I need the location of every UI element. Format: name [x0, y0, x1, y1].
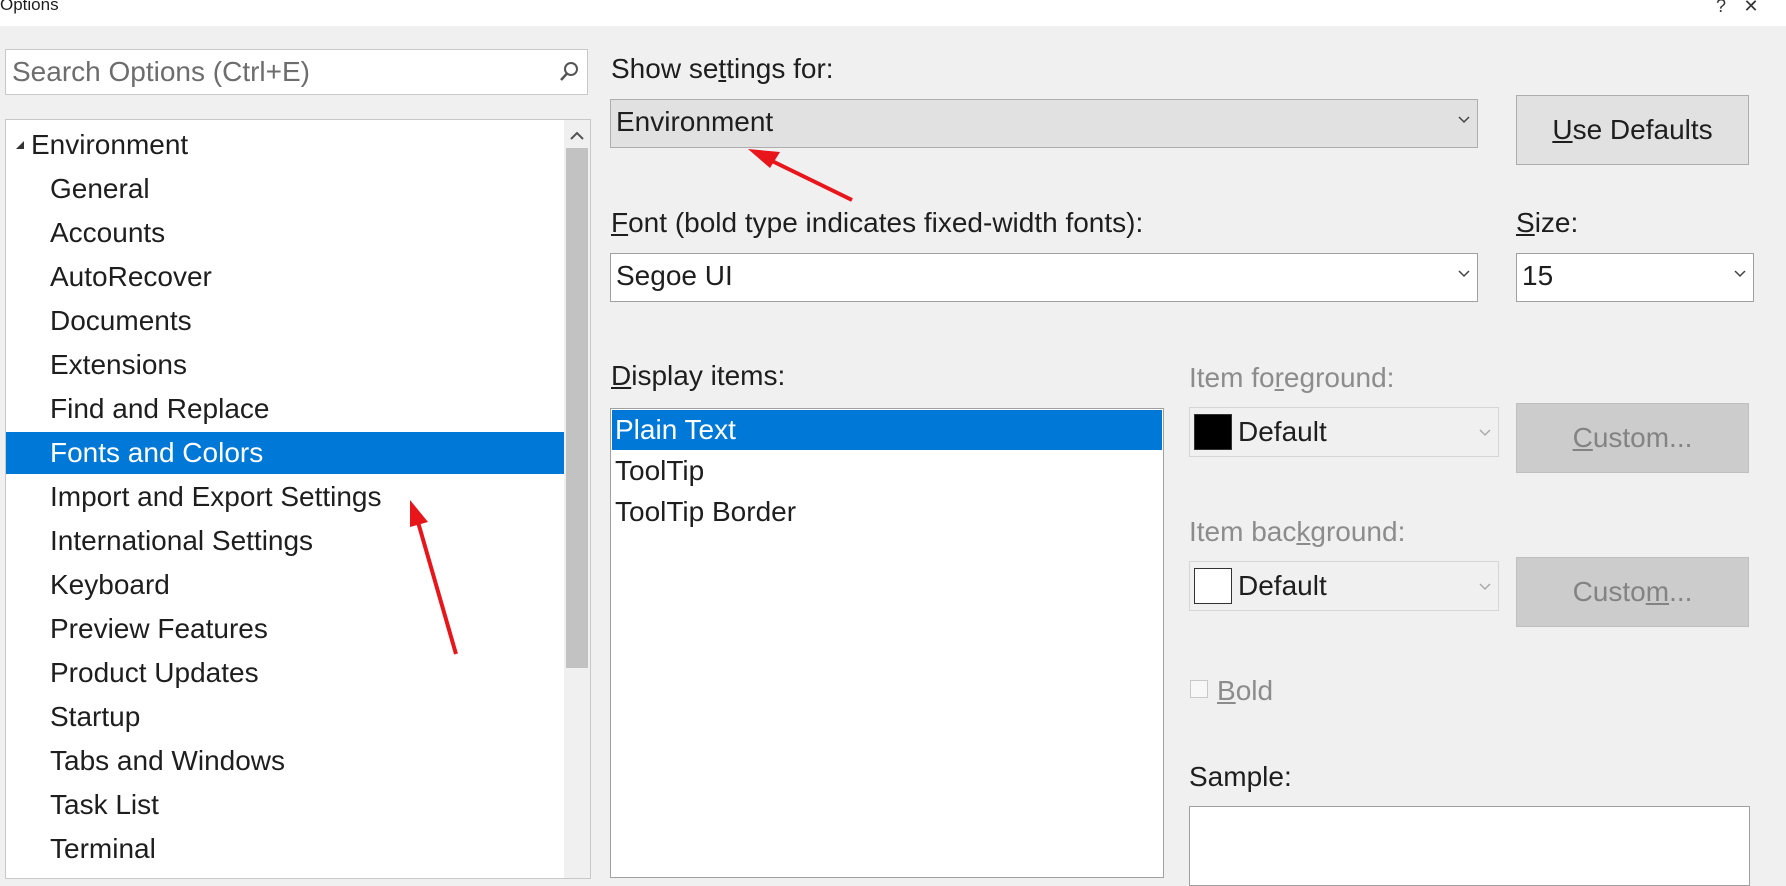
tree-item-autorecover[interactable]: AutoRecover — [6, 256, 564, 298]
item-background-dropdown[interactable]: Default — [1189, 561, 1499, 611]
annotation-arrow — [748, 149, 853, 202]
search-icon[interactable] — [557, 60, 581, 84]
font-value: Segoe UI — [616, 260, 733, 291]
tree-item-label: Terminal — [50, 833, 156, 864]
tree-item-label: Environment — [31, 129, 189, 160]
tree-item-tabs-and-windows[interactable]: Tabs and Windows — [6, 740, 564, 782]
chevron-down-icon — [1479, 429, 1491, 437]
tree-item-label: Find and Replace — [50, 393, 270, 424]
custom-foreground-button[interactable]: Custom... — [1516, 403, 1749, 473]
tree-item-fonts-and-colors[interactable]: Fonts and Colors — [6, 432, 564, 474]
window-title: Options — [0, 0, 59, 14]
close-button[interactable]: ✕ — [1736, 0, 1766, 22]
tree-item-product-updates[interactable]: Product Updates — [6, 652, 564, 694]
tree-scrollbar[interactable] — [564, 120, 590, 878]
size-value: 15 — [1522, 260, 1554, 291]
scroll-thumb[interactable] — [566, 148, 588, 668]
search-box — [5, 49, 588, 95]
tree-item-find-and-replace[interactable]: Find and Replace — [6, 388, 564, 430]
tree-item-label: Startup — [50, 701, 141, 732]
list-item-label: ToolTip — [615, 455, 705, 486]
sample-preview — [1189, 806, 1750, 886]
chevron-down-icon — [1734, 270, 1746, 278]
item-foreground-value: Default — [1238, 416, 1327, 447]
custom-background-button[interactable]: Custom... — [1516, 557, 1749, 627]
tree-item-label: Preview Features — [50, 613, 268, 644]
tree-item-label: International Settings — [50, 525, 314, 556]
scroll-up-icon[interactable] — [567, 128, 587, 144]
item-background-value: Default — [1238, 570, 1327, 601]
list-item-label: Plain Text — [615, 414, 736, 445]
tree-item-startup[interactable]: Startup — [6, 696, 564, 738]
tree-item-label: Accounts — [50, 217, 166, 248]
size-label: Size: — [1516, 207, 1579, 238]
tree-item-label: Task List — [50, 789, 159, 820]
display-items-list[interactable]: Plain Text ToolTip ToolTip Border — [610, 408, 1164, 878]
bold-checkbox[interactable] — [1190, 680, 1208, 698]
tree-item-label: Product Updates — [50, 657, 259, 688]
display-items-label: Display items: — [611, 360, 786, 391]
bold-label: Bold — [1217, 675, 1274, 706]
tree-item-preview-features[interactable]: Preview Features — [6, 608, 564, 650]
foreground-color-swatch — [1194, 414, 1232, 450]
size-dropdown[interactable]: 15 — [1516, 253, 1754, 302]
tree-item-documents[interactable]: Documents — [6, 300, 564, 342]
tree-item-terminal[interactable]: Terminal — [6, 828, 564, 870]
tree-item-label: Tabs and Windows — [50, 745, 286, 776]
tree-item-extensions[interactable]: Extensions — [6, 344, 564, 386]
tree-item-label: Import and Export Settings — [50, 481, 382, 512]
list-item[interactable]: ToolTip Border — [612, 492, 1162, 532]
item-foreground-label: Item foreground: — [1189, 362, 1395, 393]
tree-item-label: Extensions — [50, 349, 187, 380]
font-dropdown[interactable]: Segoe UI — [610, 253, 1478, 302]
sample-label: Sample: — [1189, 761, 1292, 792]
show-settings-value: Environment — [616, 106, 774, 137]
tree-item-label: Documents — [50, 305, 192, 336]
tree-item-environment[interactable]: Environment — [6, 124, 564, 166]
chevron-down-icon — [1479, 583, 1491, 591]
tree-item-task-list[interactable]: Task List — [6, 784, 564, 826]
item-foreground-dropdown[interactable]: Default — [1189, 407, 1499, 457]
list-item[interactable]: Plain Text — [612, 410, 1162, 450]
collapse-triangle-icon[interactable] — [15, 140, 25, 150]
tree-item-import-and-export-settings[interactable]: Import and Export Settings — [6, 476, 564, 518]
font-label: Font (bold type indicates fixed-width fo… — [611, 207, 1144, 238]
title-bar — [0, 0, 1786, 26]
show-settings-label: Show settings for: — [611, 53, 834, 84]
list-item-label: ToolTip Border — [615, 496, 797, 527]
tree-item-label: Fonts and Colors — [50, 437, 264, 468]
tree-item-international-settings[interactable]: International Settings — [6, 520, 564, 562]
show-settings-dropdown[interactable]: Environment — [610, 99, 1478, 148]
tree-item-label: AutoRecover — [50, 261, 212, 292]
tree-item-label: General — [50, 173, 150, 204]
chevron-down-icon — [1458, 116, 1470, 124]
background-color-swatch — [1194, 568, 1232, 604]
help-button[interactable]: ? — [1706, 0, 1736, 22]
tree-item-general[interactable]: General — [6, 168, 564, 210]
list-item[interactable]: ToolTip — [612, 451, 1162, 491]
chevron-down-icon — [1458, 270, 1470, 278]
item-background-label: Item background: — [1189, 516, 1406, 547]
search-input[interactable] — [12, 55, 552, 89]
tree-item-label: Keyboard — [50, 569, 170, 600]
use-defaults-button[interactable]: Use Defaults — [1516, 95, 1749, 165]
options-tree[interactable]: Environment General Accounts AutoRecover Do… — [5, 119, 591, 879]
tree-item-keyboard[interactable]: Keyboard — [6, 564, 564, 606]
tree-item-accounts[interactable]: Accounts — [6, 212, 564, 254]
